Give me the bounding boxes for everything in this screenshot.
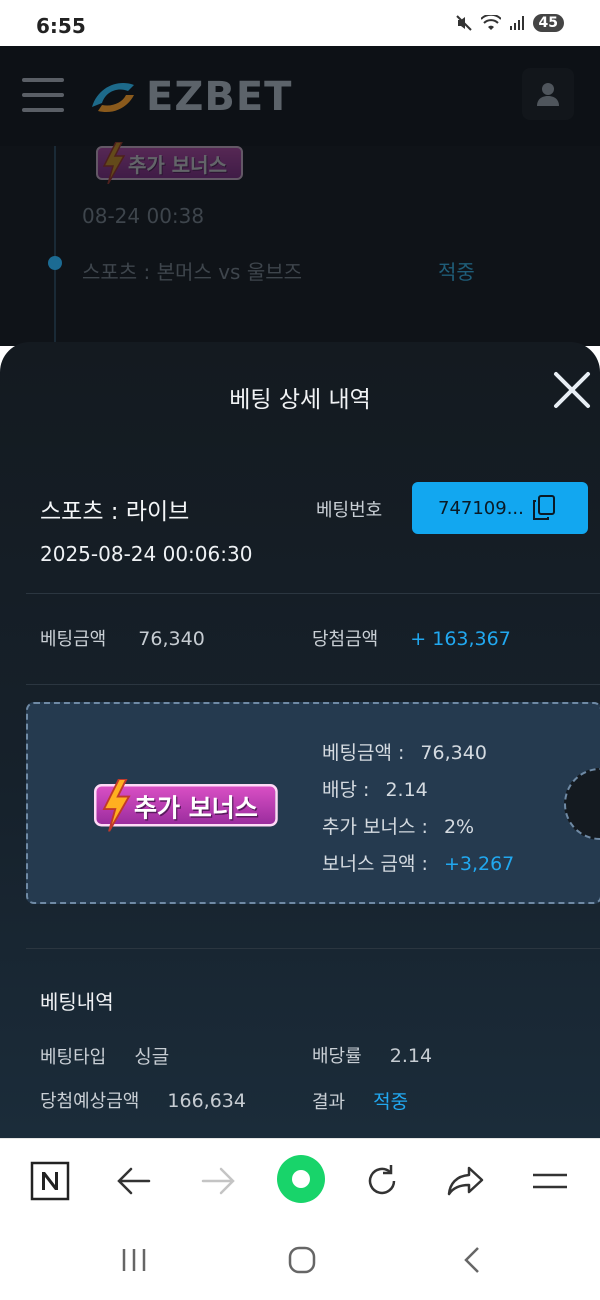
result-row: 결과 적중 <box>312 1087 408 1114</box>
list-item-bonus-badge: 추가 보너스 <box>96 142 243 184</box>
signal-icon <box>509 16 524 30</box>
bet-type-value: 싱글 <box>134 1046 170 1068</box>
bet-detail-sheet: 베팅 상세 내역 스포츠 : 라이브 2025-08-24 00:06:30 베… <box>0 342 600 1138</box>
bonus-badge: 추가 보너스 <box>94 779 278 832</box>
menu-icon <box>533 1173 567 1189</box>
mute-icon <box>455 15 472 31</box>
odds-value: 2.14 <box>389 1045 433 1067</box>
share-icon <box>447 1166 484 1196</box>
bonus-amount-value: +3,267 <box>443 853 515 875</box>
bet-type-label: 베팅타입 <box>40 1047 107 1068</box>
recent-apps-button[interactable] <box>114 1244 154 1276</box>
result-value: 적중 <box>373 1091 409 1113</box>
bet-type-row: 베팅타입 싱글 <box>40 1042 169 1069</box>
screen: 6:55 45 EZBET 08-24 00:38 스포츠 : 본머스 vs 울… <box>0 0 600 1300</box>
bet-history-list: 08-24 00:38 스포츠 : 본머스 vs 울브즈 적중 <box>0 146 600 346</box>
win-amount-row: 당첨금액 + 163,367 <box>312 625 511 651</box>
menu-button[interactable] <box>528 1159 572 1203</box>
sheet-title: 베팅 상세 내역 <box>229 387 371 413</box>
bet-amount-row: 베팅금액 76,340 <box>40 625 205 651</box>
bet-details-title: 베팅내역 <box>40 990 114 1014</box>
bet-number-label: 베팅번호 <box>316 500 383 521</box>
bonus-line: 베팅금액 : 76,340 <box>322 738 514 775</box>
divider <box>26 593 600 594</box>
bonus-badge-label: 추가 보너스 <box>134 792 258 823</box>
back-chevron-icon <box>464 1247 479 1273</box>
result-label: 결과 <box>312 1092 346 1113</box>
naver-icon <box>30 1161 70 1201</box>
bonus-card: 추가 보너스 베팅금액 : 76,340 배당 : 2.14 추가 보너스 : … <box>26 702 600 904</box>
list-item-date: 08-24 00:38 <box>82 204 205 228</box>
user-button[interactable] <box>522 68 574 120</box>
bonus-rate-label: 추가 보너스 : <box>322 816 428 838</box>
logo-mark-icon <box>92 83 134 113</box>
user-icon <box>537 83 559 106</box>
odds-row: 배당률 2.14 <box>312 1042 432 1068</box>
list-item-status: 적중 <box>438 260 475 284</box>
status-icons: 45 <box>455 14 564 32</box>
green-dot-icon <box>277 1155 325 1203</box>
arrow-right-icon <box>201 1167 235 1195</box>
win-amount-label: 당첨금액 <box>312 629 379 650</box>
naver-home-button[interactable] <box>28 1159 72 1203</box>
expected-win-label: 당첨예상금액 <box>40 1091 140 1112</box>
lightning-icon <box>102 142 126 184</box>
bonus-line: 추가 보너스 : 2% <box>322 812 514 849</box>
bonus-line: 보너스 금액 : +3,267 <box>322 849 514 886</box>
system-back-button[interactable] <box>452 1244 492 1276</box>
system-nav-bar <box>0 1220 600 1300</box>
status-bar: 6:55 45 <box>0 0 600 46</box>
home-icon <box>288 1246 316 1274</box>
copy-icon <box>533 495 555 520</box>
refresh-button[interactable] <box>360 1159 404 1203</box>
app-header: EZBET <box>0 46 600 146</box>
bet-number-value: 747109... <box>438 497 524 519</box>
browser-toolbar <box>0 1138 600 1220</box>
copy-bet-number-button[interactable]: 747109... <box>412 482 588 534</box>
forward-button[interactable] <box>196 1159 240 1203</box>
list-item-match[interactable]: 스포츠 : 본머스 vs 울브즈 <box>82 256 302 285</box>
divider <box>26 948 600 949</box>
share-button[interactable] <box>444 1159 488 1203</box>
refresh-icon <box>368 1165 396 1195</box>
expected-win-value: 166,634 <box>167 1090 246 1112</box>
menu-icon[interactable] <box>22 78 64 112</box>
bonus-badge-label: 추가 보너스 <box>128 152 227 177</box>
bonus-amount-label: 보너스 금액 : <box>322 853 428 875</box>
bonus-line: 배당 : 2.14 <box>322 775 514 812</box>
recent-apps-icon <box>122 1249 146 1271</box>
home-button[interactable] <box>282 1244 322 1276</box>
odds-label: 배당률 <box>312 1046 362 1067</box>
wifi-icon <box>480 15 501 30</box>
bet-category: 스포츠 : 라이브 <box>40 499 190 525</box>
bonus-rate-value: 2% <box>443 816 475 838</box>
bonus-odds-value: 2.14 <box>385 779 428 801</box>
divider <box>26 684 600 685</box>
back-button[interactable] <box>112 1159 156 1203</box>
bet-amount-label: 베팅금액 <box>40 629 107 650</box>
bonus-odds-label: 배당 : <box>322 779 370 801</box>
expected-win-row: 당첨예상금액 166,634 <box>40 1087 246 1113</box>
win-amount-value: + 163,367 <box>410 628 511 650</box>
bonus-details: 베팅금액 : 76,340 배당 : 2.14 추가 보너스 : 2% 보너스 … <box>322 738 514 886</box>
arrow-left-icon <box>117 1167 151 1195</box>
close-icon[interactable] <box>552 370 592 410</box>
bet-amount-value: 76,340 <box>138 628 205 650</box>
bonus-bet-label: 베팅금액 : <box>322 742 405 764</box>
logo[interactable]: EZBET <box>88 74 292 120</box>
logo-text: EZBET <box>146 74 293 120</box>
green-dot-button[interactable] <box>276 1154 326 1204</box>
timeline-line <box>54 146 56 346</box>
lightning-icon <box>102 779 131 832</box>
battery-level: 45 <box>532 14 564 32</box>
timeline-dot <box>48 256 62 270</box>
status-time: 6:55 <box>36 14 86 38</box>
bet-datetime: 2025-08-24 00:06:30 <box>40 542 253 566</box>
bonus-bet-value: 76,340 <box>420 742 487 764</box>
